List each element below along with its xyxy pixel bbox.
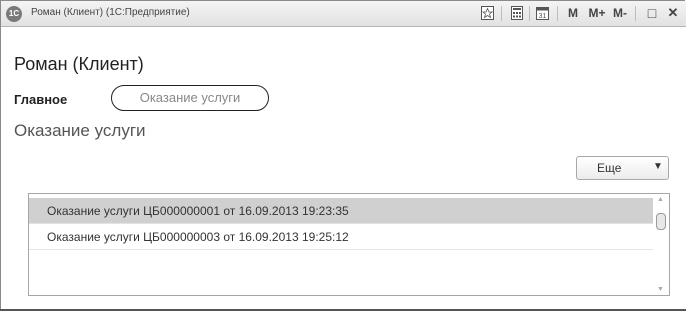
app-window: 1С Роман (Клиент) (1С:Предприятие) 31 M … (0, 0, 686, 310)
more-button[interactable]: Еще ▼ (576, 156, 669, 180)
toolbar-separator (635, 6, 636, 21)
window-title: Роман (Клиент) (1С:Предприятие) (31, 7, 190, 18)
toolbar-separator (529, 6, 530, 21)
list-item[interactable]: Оказание услуги ЦБ000000003 от 16.09.201… (29, 224, 653, 250)
close-button[interactable]: ✕ (665, 4, 681, 22)
title-bar: 1С Роман (Клиент) (1С:Предприятие) 31 M … (1, 1, 686, 27)
list-item[interactable]: Оказание услуги ЦБ000000001 от 16.09.201… (29, 198, 653, 224)
toolbar-separator (557, 6, 558, 21)
svg-text:31: 31 (539, 13, 547, 20)
list-item-text: Оказание услуги ЦБ000000003 от 16.09.201… (47, 230, 349, 244)
section-title: Оказание услуги (14, 121, 146, 140)
favorites-icon[interactable] (481, 6, 494, 20)
list-scrollbar[interactable]: ▲ ▼ (654, 195, 668, 294)
memory-minus-button[interactable]: M- (611, 4, 629, 22)
scroll-down-icon[interactable]: ▼ (657, 286, 664, 293)
nav-service-link[interactable]: Оказание услуги (111, 85, 269, 111)
form-title: Роман (Клиент) (14, 54, 144, 74)
calculator-icon[interactable] (511, 6, 523, 20)
list-item-text: Оказание услуги ЦБ000000001 от 16.09.201… (47, 204, 349, 218)
maximize-button[interactable]: □ (645, 4, 659, 22)
nav-main-link[interactable]: Главное (14, 92, 67, 107)
memory-plus-button[interactable]: M+ (587, 4, 607, 22)
memory-button[interactable]: M (567, 4, 579, 22)
calendar-icon[interactable]: 31 (536, 6, 549, 20)
app-logo-icon[interactable]: 1С (6, 6, 22, 22)
documents-list[interactable]: Оказание услуги ЦБ000000001 от 16.09.201… (28, 193, 670, 296)
chevron-down-icon: ▼ (653, 161, 663, 172)
scroll-up-icon[interactable]: ▲ (657, 196, 664, 203)
toolbar-separator (501, 6, 502, 21)
scrollbar-thumb[interactable] (656, 213, 666, 230)
more-button-label: Еще (597, 161, 622, 175)
